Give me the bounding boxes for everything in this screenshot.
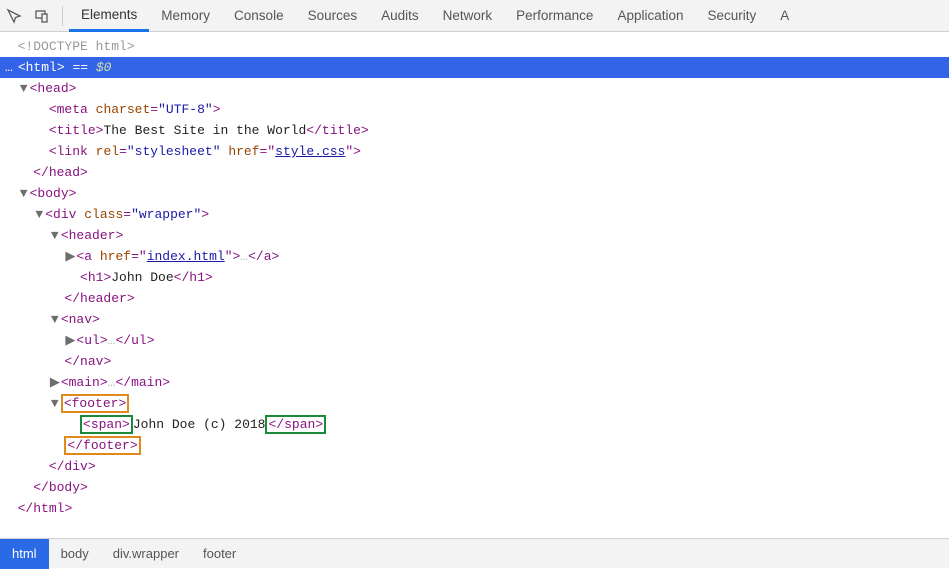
crumb-body[interactable]: body: [49, 539, 101, 569]
footer-open[interactable]: ▼<footer>: [0, 393, 949, 414]
divider: [62, 6, 63, 26]
breadcrumb-bar: html body div.wrapper footer: [0, 538, 949, 568]
link-node[interactable]: <link rel="stylesheet" href="style.css">: [0, 141, 949, 162]
crumb-div[interactable]: div.wrapper: [101, 539, 191, 569]
devtools-toolbar: Elements Memory Console Sources Audits N…: [0, 0, 949, 32]
crumb-html[interactable]: html: [0, 539, 49, 569]
header-open[interactable]: ▼<header>: [0, 225, 949, 246]
dom-tree[interactable]: <!DOCTYPE html> …<html> == $0 ▼<head> <m…: [0, 32, 949, 538]
nav-open[interactable]: ▼<nav>: [0, 309, 949, 330]
a-node[interactable]: ▶<a href="index.html">…</a>: [0, 246, 949, 267]
collapse-toggle[interactable]: ▶: [64, 330, 76, 351]
nav-close[interactable]: </nav>: [0, 351, 949, 372]
doctype-node[interactable]: <!DOCTYPE html>: [0, 36, 949, 57]
tab-audits[interactable]: Audits: [369, 0, 431, 32]
tab-elements[interactable]: Elements: [69, 0, 149, 32]
tab-memory[interactable]: Memory: [149, 0, 222, 32]
inspect-icon[interactable]: [0, 0, 28, 32]
tab-application[interactable]: Application: [605, 0, 695, 32]
meta-node[interactable]: <meta charset="UTF-8">: [0, 99, 949, 120]
html-close[interactable]: </html>: [0, 498, 949, 519]
ul-node[interactable]: ▶<ul>…</ul>: [0, 330, 949, 351]
div-wrapper-open[interactable]: ▼<div class="wrapper">: [0, 204, 949, 225]
tab-console[interactable]: Console: [222, 0, 296, 32]
header-close[interactable]: </header>: [0, 288, 949, 309]
h1-node[interactable]: <h1>John Doe</h1>: [0, 267, 949, 288]
device-toggle-icon[interactable]: [28, 0, 56, 32]
tab-more[interactable]: A: [768, 0, 801, 32]
expand-toggle[interactable]: ▼: [18, 78, 30, 99]
expand-toggle[interactable]: ▼: [18, 183, 30, 204]
body-close[interactable]: </body>: [0, 477, 949, 498]
expand-toggle[interactable]: ▼: [49, 393, 61, 414]
title-node[interactable]: <title>The Best Site in the World</title…: [0, 120, 949, 141]
crumb-footer[interactable]: footer: [191, 539, 248, 569]
expand-toggle[interactable]: ▼: [49, 309, 61, 330]
span-node[interactable]: <span>John Doe (c) 2018</span>: [0, 414, 949, 435]
main-node[interactable]: ▶<main>…</main>: [0, 372, 949, 393]
expand-toggle[interactable]: ▼: [49, 225, 61, 246]
div-close[interactable]: </div>: [0, 456, 949, 477]
tab-network[interactable]: Network: [431, 0, 505, 32]
tab-sources[interactable]: Sources: [296, 0, 370, 32]
html-node-selected[interactable]: …<html> == $0: [0, 57, 949, 78]
tab-performance[interactable]: Performance: [504, 0, 605, 32]
expand-toggle[interactable]: ▼: [33, 204, 45, 225]
head-open[interactable]: ▼<head>: [0, 78, 949, 99]
collapse-toggle[interactable]: ▶: [49, 372, 61, 393]
head-close[interactable]: </head>: [0, 162, 949, 183]
body-open[interactable]: ▼<body>: [0, 183, 949, 204]
panel-tabs: Elements Memory Console Sources Audits N…: [69, 0, 801, 32]
collapse-toggle[interactable]: ▶: [64, 246, 76, 267]
tab-security[interactable]: Security: [696, 0, 769, 32]
footer-close[interactable]: </footer>: [0, 435, 949, 456]
